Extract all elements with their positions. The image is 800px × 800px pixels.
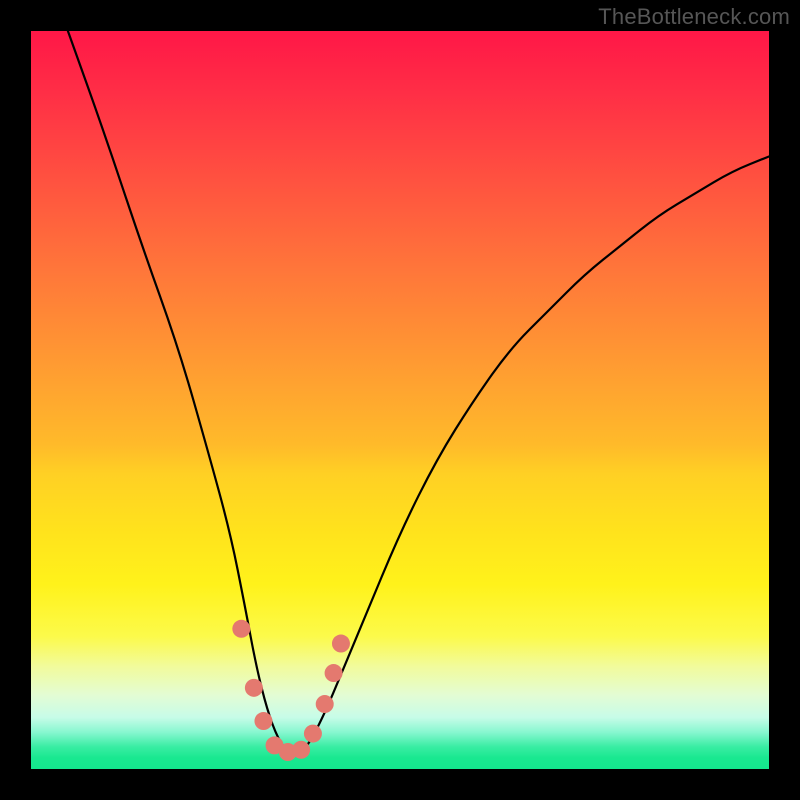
curve-marker bbox=[292, 741, 310, 759]
plot-area bbox=[31, 31, 769, 769]
curve-marker bbox=[332, 635, 350, 653]
bottleneck-curve-line bbox=[68, 31, 769, 754]
chart-svg bbox=[31, 31, 769, 769]
marker-group bbox=[232, 620, 350, 761]
curve-marker bbox=[304, 725, 322, 743]
curve-marker bbox=[245, 679, 263, 697]
curve-marker bbox=[325, 664, 343, 682]
watermark-text: TheBottleneck.com bbox=[598, 4, 790, 30]
curve-marker bbox=[316, 695, 334, 713]
curve-marker bbox=[232, 620, 250, 638]
chart-frame: TheBottleneck.com bbox=[0, 0, 800, 800]
curve-marker bbox=[254, 712, 272, 730]
